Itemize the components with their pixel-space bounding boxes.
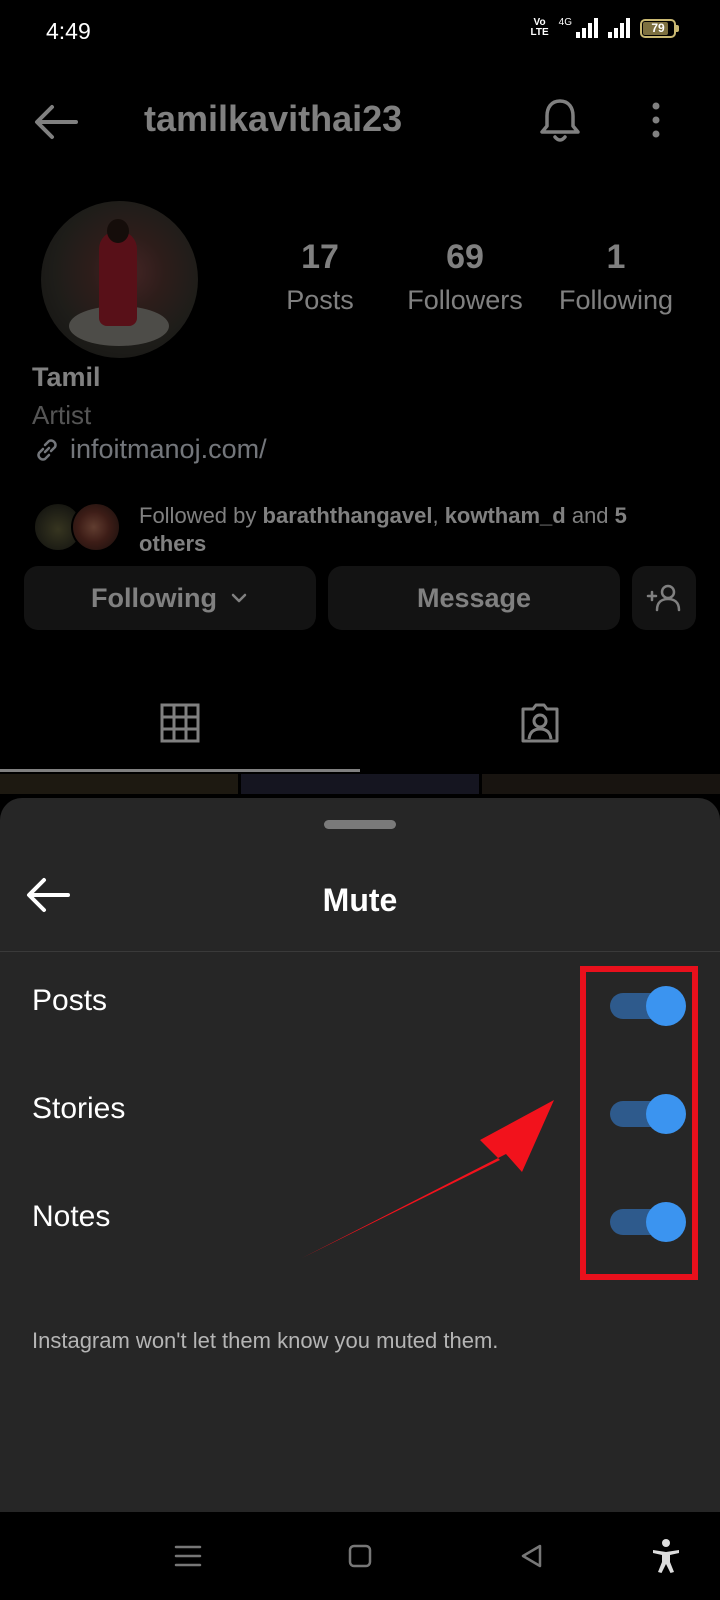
profile-username: tamilkavithai23 bbox=[144, 98, 403, 139]
signal-icon-2 bbox=[608, 18, 630, 38]
nav-home-button[interactable] bbox=[338, 1534, 382, 1578]
active-tab-indicator bbox=[0, 769, 360, 772]
tab-posts-grid[interactable] bbox=[0, 676, 360, 770]
status-icons: Vo LTE 4G 79 bbox=[530, 16, 679, 38]
menu-icon bbox=[174, 1545, 202, 1567]
nav-back-button[interactable] bbox=[510, 1534, 554, 1578]
profile-top-bar: tamilkavithai23 bbox=[0, 64, 720, 176]
stat-label: Following bbox=[558, 285, 674, 315]
nav-accessibility-button[interactable] bbox=[644, 1534, 688, 1578]
stat-followers[interactable]: 69 Followers bbox=[400, 238, 530, 316]
profile-category: Artist bbox=[32, 400, 92, 430]
more-options-button[interactable] bbox=[636, 94, 676, 146]
profile-link[interactable]: infoitmanoj.com/ bbox=[32, 434, 267, 465]
stat-posts[interactable]: 17 Posts bbox=[270, 238, 370, 316]
back-button[interactable] bbox=[30, 96, 82, 148]
tab-tagged[interactable] bbox=[360, 676, 720, 770]
message-button-label: Message bbox=[416, 582, 532, 613]
profile-tabs bbox=[0, 676, 720, 772]
mute-row-label: Stories bbox=[32, 1092, 126, 1125]
battery-icon: 79 bbox=[640, 18, 679, 38]
status-time: 4:49 bbox=[46, 18, 91, 44]
notifications-button[interactable] bbox=[534, 94, 586, 146]
profile-screen: tamilkavithai23 17 Posts 69 Followers 1 … bbox=[0, 64, 720, 794]
arrow-left-icon bbox=[35, 105, 78, 139]
stat-value: 1 bbox=[606, 238, 626, 276]
more-vertical-icon bbox=[652, 102, 660, 138]
network-type-label: 4G bbox=[558, 16, 572, 28]
stat-value: 69 bbox=[446, 238, 484, 276]
system-nav-bar bbox=[0, 1512, 720, 1600]
profile-avatar[interactable] bbox=[41, 201, 198, 358]
nav-recents-button[interactable] bbox=[166, 1534, 210, 1578]
sheet-title: Mute bbox=[322, 882, 398, 918]
annotation-highlight-box bbox=[580, 966, 698, 1280]
follower-avatar bbox=[71, 502, 121, 552]
suggested-users-button[interactable] bbox=[632, 566, 696, 630]
following-button-label: Following bbox=[91, 582, 217, 613]
mute-row-label: Posts bbox=[32, 984, 108, 1017]
stat-label: Posts bbox=[286, 285, 354, 315]
square-icon bbox=[348, 1544, 372, 1568]
annotation-arrow-icon bbox=[302, 1100, 554, 1258]
volte-icon: Vo LTE bbox=[530, 17, 549, 38]
signal-icon bbox=[576, 18, 598, 38]
followed-by-row[interactable]: Followed by baraththangavel, kowtham_d a… bbox=[33, 496, 683, 556]
drag-handle[interactable] bbox=[324, 820, 396, 829]
add-user-icon bbox=[646, 584, 681, 612]
battery-level: 79 bbox=[651, 21, 665, 35]
triangle-back-icon bbox=[521, 1544, 542, 1568]
link-icon bbox=[37, 438, 57, 461]
mute-row-label: Notes bbox=[32, 1200, 111, 1233]
bell-icon bbox=[540, 99, 580, 142]
accessibility-icon bbox=[653, 1539, 679, 1573]
grid-icon bbox=[160, 703, 200, 743]
posts-grid-peek bbox=[0, 774, 720, 794]
stat-following[interactable]: 1 Following bbox=[552, 238, 680, 316]
status-bar: 4:49 Vo LTE 4G 79 bbox=[0, 0, 720, 64]
mute-hint-text: Instagram won't let them know you muted … bbox=[32, 1328, 499, 1353]
following-button[interactable]: Following bbox=[24, 566, 316, 630]
stat-value: 17 bbox=[301, 238, 339, 276]
stat-label: Followers bbox=[407, 285, 523, 315]
profile-full-name: Tamil bbox=[32, 362, 101, 392]
tagged-person-icon bbox=[521, 703, 559, 743]
followed-by-text: Followed by baraththangavel, kowtham_d a… bbox=[139, 503, 627, 556]
message-button[interactable]: Message bbox=[328, 566, 620, 630]
chevron-down-icon bbox=[231, 593, 247, 603]
profile-link-text: infoitmanoj.com/ bbox=[70, 434, 267, 464]
sheet-header: Mute bbox=[0, 842, 720, 952]
